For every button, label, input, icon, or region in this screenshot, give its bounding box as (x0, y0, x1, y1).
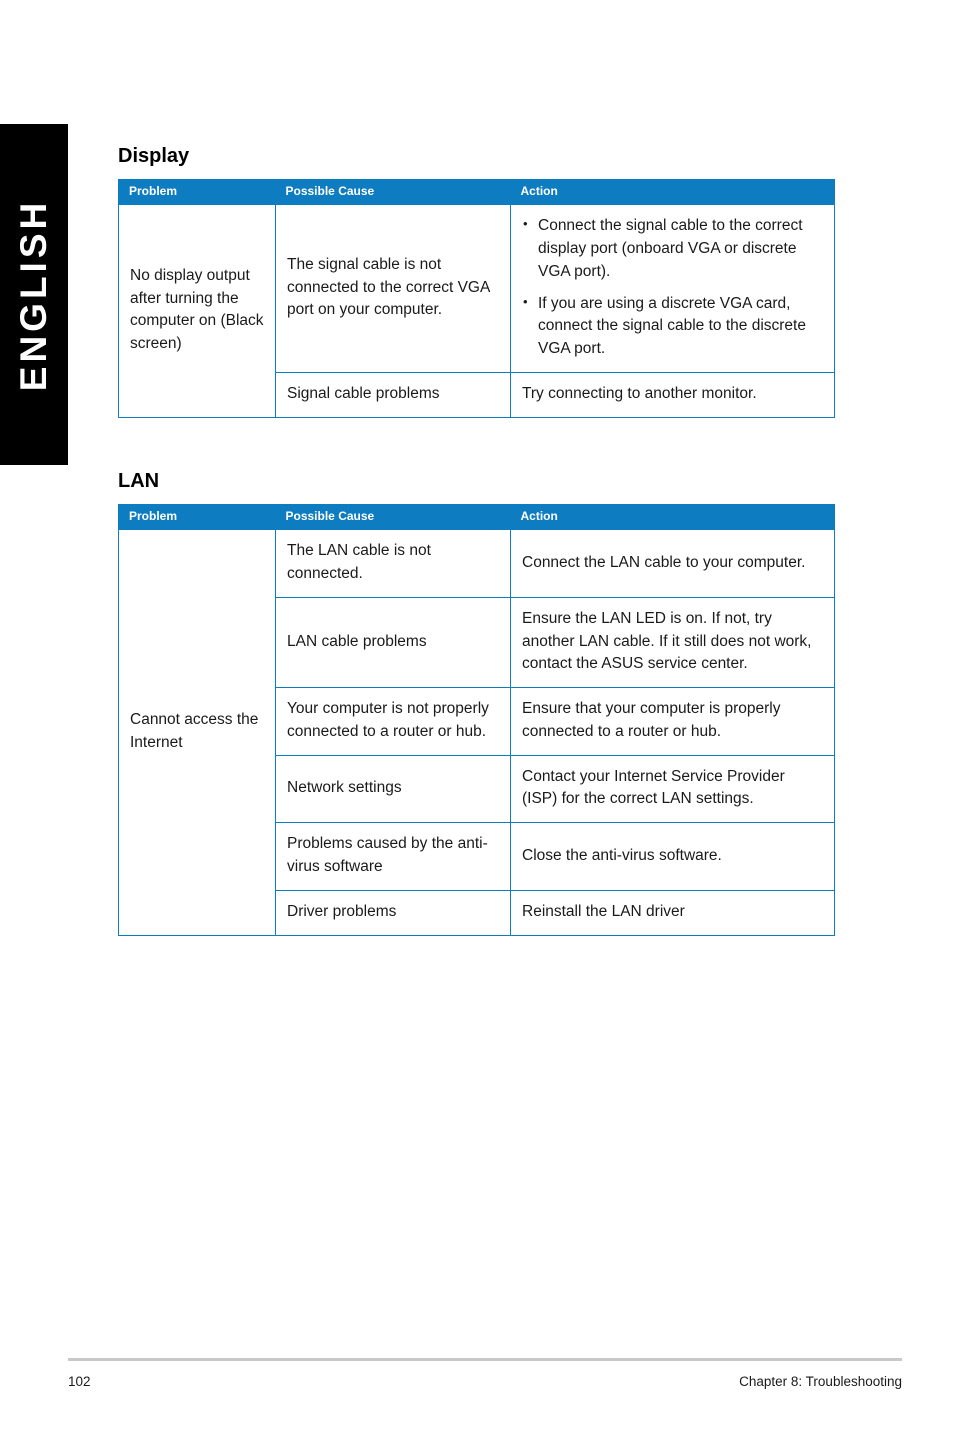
footer-row: 102 Chapter 8: Troubleshooting (68, 1374, 902, 1389)
cell-action: Ensure that your computer is properly co… (510, 687, 835, 756)
footer-divider (68, 1358, 902, 1361)
section-lan: LAN Problem Possible Cause Action Cannot… (118, 470, 835, 936)
language-tab-label: ENGLISH (13, 198, 54, 391)
cell-action: Try connecting to another monitor. (510, 371, 835, 418)
column-header-possible-cause: Possible Cause (275, 504, 511, 530)
lan-troubleshooting-table: Problem Possible Cause Action Cannot acc… (118, 504, 835, 936)
page-footer: 102 Chapter 8: Troubleshooting (68, 1358, 902, 1389)
table-header-row: Problem Possible Cause Action (118, 179, 835, 205)
display-table-wrapper: Problem Possible Cause Action No display… (118, 179, 835, 418)
cell-action: Reinstall the LAN driver (510, 889, 835, 936)
cell-action: Ensure the LAN LED is on. If not, try an… (510, 596, 835, 689)
table-row: No display output after turning the comp… (118, 204, 835, 418)
cell-problem: No display output after turning the comp… (118, 204, 276, 418)
section-heading-display: Display (118, 145, 190, 167)
cell-action: Connect the signal cable to the correct … (510, 204, 835, 373)
column-header-possible-cause: Possible Cause (275, 179, 511, 205)
cell-possible-cause: The LAN cable is not connected. (275, 529, 511, 598)
display-troubleshooting-table: Problem Possible Cause Action No display… (118, 179, 835, 418)
column-header-action: Action (510, 504, 835, 530)
cell-possible-cause: Your computer is not properly connected … (275, 687, 511, 756)
cell-possible-cause: LAN cable problems (275, 596, 511, 689)
section-display: Display Problem Possible Cause Action No… (118, 145, 835, 418)
action-bullet-item: If you are using a discrete VGA card, co… (522, 292, 823, 361)
cell-possible-cause: Problems caused by the anti-virus softwa… (275, 822, 511, 891)
column-header-problem: Problem (118, 179, 276, 205)
table-header-row: Problem Possible Cause Action (118, 504, 835, 530)
lan-table-wrapper: Problem Possible Cause Action Cannot acc… (118, 504, 835, 936)
cell-possible-cause: Network settings (275, 754, 511, 824)
column-header-problem: Problem (118, 504, 276, 530)
footer-chapter-label: Chapter 8: Troubleshooting (739, 1374, 902, 1389)
action-bullet-list: Connect the signal cable to the correct … (522, 214, 823, 361)
table-row: Cannot access the Internet The LAN cable… (118, 529, 835, 936)
cell-action: Contact your Internet Service Provider (… (510, 754, 835, 824)
language-tab-english: ENGLISH (0, 124, 68, 465)
cell-action: Close the anti-virus software. (510, 822, 835, 891)
action-bullet-item: Connect the signal cable to the correct … (522, 214, 823, 283)
cell-possible-cause: The signal cable is not connected to the… (275, 204, 511, 373)
column-header-action: Action (510, 179, 835, 205)
cell-action: Connect the LAN cable to your computer. (510, 529, 835, 598)
footer-page-number: 102 (68, 1374, 91, 1389)
cell-problem: Cannot access the Internet (118, 529, 276, 936)
section-heading-lan: LAN (118, 470, 160, 492)
cell-possible-cause: Driver problems (275, 889, 511, 936)
cell-possible-cause: Signal cable problems (275, 371, 511, 418)
